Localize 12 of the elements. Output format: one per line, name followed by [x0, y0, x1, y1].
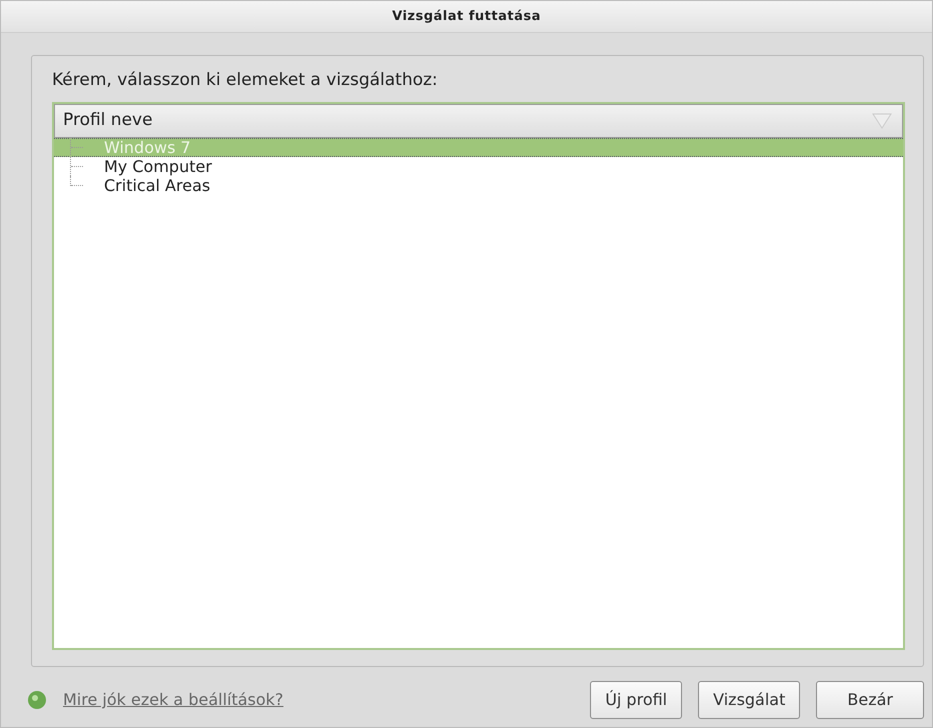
- dialog-button[interactable]: Vizsgálat: [698, 681, 800, 719]
- help-icon: [27, 690, 47, 710]
- sort-triangle-icon: [872, 112, 892, 128]
- tree-item[interactable]: My Computer: [54, 156, 903, 176]
- window-title: Vizsgálat futtatása: [1, 1, 932, 33]
- dialog-button[interactable]: Bezár: [816, 681, 924, 719]
- help-link[interactable]: Mire jók ezek a beállítások?: [63, 688, 284, 712]
- dialog-button[interactable]: Új profil: [590, 681, 682, 719]
- column-header[interactable]: Profil neve: [54, 104, 903, 138]
- column-title: Profil neve: [63, 108, 153, 132]
- prompt-label: Kérem, válasszon ki elemeket a vizsgálathoz:: [52, 69, 439, 92]
- tree-item[interactable]: Critical Areas: [54, 176, 903, 194]
